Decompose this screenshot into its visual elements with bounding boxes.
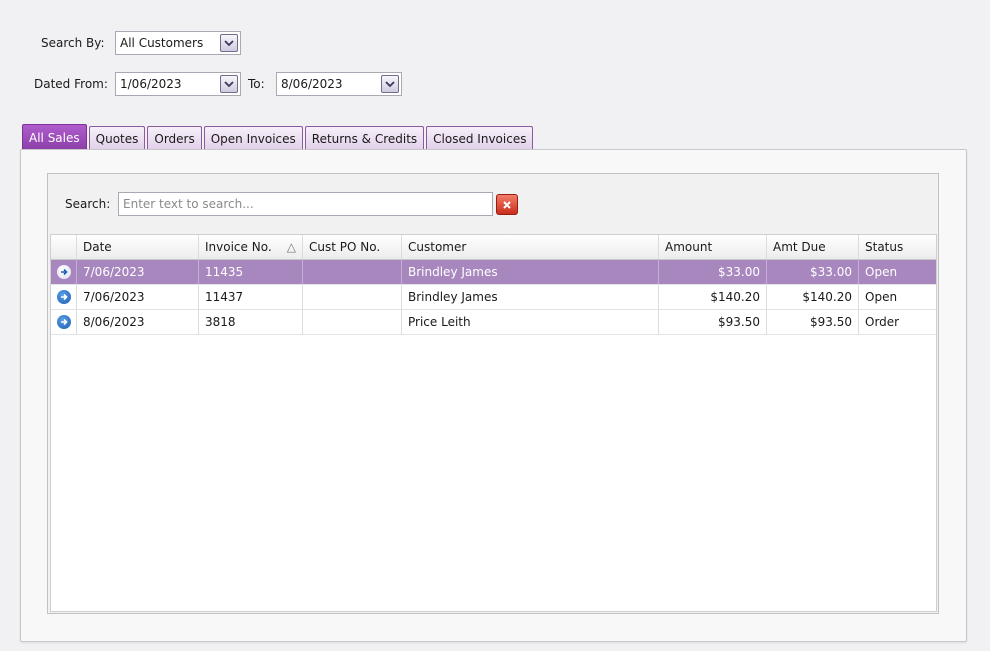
chevron-down-icon[interactable] [220, 34, 238, 52]
cell-amount: $140.20 [659, 285, 767, 309]
cell-customer: Brindley James [402, 285, 659, 309]
to-label: To: [248, 77, 265, 91]
row-selector-header [51, 235, 77, 259]
column-header-status[interactable]: Status [859, 235, 936, 259]
column-header-amount[interactable]: Amount [659, 235, 767, 259]
dated-from-value: 1/06/2023 [120, 77, 182, 91]
arrow-right-icon [56, 265, 71, 279]
tab-closed-invoices[interactable]: Closed Invoices [426, 126, 534, 150]
column-header-amt-due[interactable]: Amt Due [767, 235, 859, 259]
tab-all-sales[interactable]: All Sales [22, 124, 87, 150]
search-label: Search: [65, 197, 111, 211]
clear-search-button[interactable] [496, 194, 518, 215]
cell-customer: Brindley James [402, 260, 659, 284]
cell-amt-due: $33.00 [767, 260, 859, 284]
sales-table: Date Invoice No. △ Cust PO No. Customer … [50, 234, 937, 612]
open-row-button[interactable] [51, 310, 77, 334]
sales-tabs: All Sales Quotes Orders Open Invoices Re… [22, 124, 535, 150]
search-by-value: All Customers [120, 36, 204, 50]
cell-date: 7/06/2023 [77, 260, 199, 284]
column-header-invoice[interactable]: Invoice No. △ [199, 235, 303, 259]
sort-ascending-icon: △ [286, 240, 296, 254]
arrow-right-icon [56, 290, 71, 304]
cell-cust-po [303, 285, 402, 309]
column-header-invoice-label: Invoice No. [205, 240, 272, 254]
tab-open-invoices[interactable]: Open Invoices [203, 126, 303, 150]
close-icon [503, 200, 511, 209]
column-header-customer[interactable]: Customer [402, 235, 659, 259]
table-header: Date Invoice No. △ Cust PO No. Customer … [51, 235, 936, 260]
arrow-right-icon [56, 315, 71, 329]
table-row[interactable]: 8/06/2023 3818 Price Leith $93.50 $93.50… [51, 310, 936, 335]
chevron-down-icon[interactable] [381, 75, 399, 93]
chevron-down-icon[interactable] [220, 75, 238, 93]
to-date-picker[interactable]: 8/06/2023 [276, 72, 402, 96]
open-row-button[interactable] [51, 260, 77, 284]
column-header-date[interactable]: Date [77, 235, 199, 259]
cell-status: Open [865, 290, 898, 304]
dated-from-picker[interactable]: 1/06/2023 [115, 72, 241, 96]
cell-customer: Price Leith [402, 310, 659, 334]
table-row[interactable]: 7/06/2023 11437 Brindley James $140.20 $… [51, 285, 936, 310]
tab-quotes[interactable]: Quotes [88, 126, 146, 150]
tab-returns-credits[interactable]: Returns & Credits [304, 126, 425, 150]
search-by-select[interactable]: All Customers [115, 31, 241, 55]
cell-amount: $33.00 [659, 260, 767, 284]
column-header-cust-po[interactable]: Cust PO No. [303, 235, 402, 259]
cell-amt-due: $140.20 [767, 285, 859, 309]
tab-orders[interactable]: Orders [147, 126, 202, 150]
cell-status: Order [865, 315, 900, 329]
open-row-button[interactable] [51, 285, 77, 309]
cell-invoice: 11437 [199, 285, 303, 309]
cell-date: 8/06/2023 [77, 310, 199, 334]
table-row[interactable]: 7/06/2023 11435 Brindley James $33.00 $3… [51, 260, 936, 285]
cell-invoice: 3818 [199, 310, 303, 334]
cell-amount: $93.50 [659, 310, 767, 334]
search-input[interactable]: Enter text to search... [118, 192, 493, 216]
to-date-value: 8/06/2023 [281, 77, 343, 91]
dated-from-label: Dated From: [34, 77, 108, 91]
cell-cust-po [303, 260, 402, 284]
cell-amt-due: $93.50 [767, 310, 859, 334]
search-by-label: Search By: [41, 36, 105, 50]
cell-status: Open [865, 265, 898, 279]
cell-cust-po [303, 310, 402, 334]
cell-date: 7/06/2023 [77, 285, 199, 309]
cell-invoice: 11435 [199, 260, 303, 284]
